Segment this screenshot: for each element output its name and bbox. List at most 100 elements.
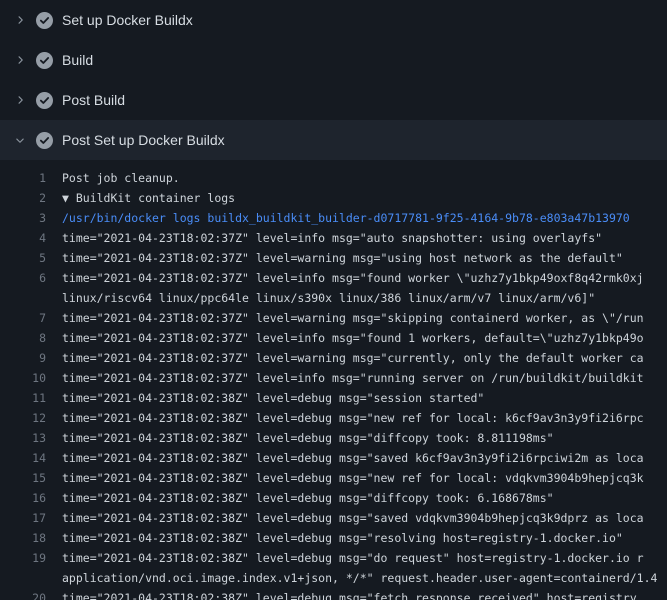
log-line: 20 time="2021-04-23T18:02:38Z" level=deb… [0, 588, 667, 600]
log-line: 15 time="2021-04-23T18:02:38Z" level=deb… [0, 468, 667, 488]
log-line-number[interactable]: 11 [0, 388, 46, 408]
log-line-continuation: linux/riscv64 linux/ppc64le linux/s390x … [62, 288, 667, 308]
log-line-number[interactable]: 7 [0, 308, 46, 328]
log-line: 14 time="2021-04-23T18:02:38Z" level=deb… [0, 448, 667, 468]
log-line: 12 time="2021-04-23T18:02:38Z" level=deb… [0, 408, 667, 428]
log-line-text-wrap: time="2021-04-23T18:02:38Z" level=debug … [62, 508, 667, 528]
step-label: Post Set up Docker Buildx [62, 120, 225, 160]
log-line: 1 Post job cleanup. [0, 168, 667, 188]
log-line: 11 time="2021-04-23T18:02:38Z" level=deb… [0, 388, 667, 408]
log-line-text-wrap: /usr/bin/docker logs buildx_buildkit_bui… [62, 208, 667, 228]
log-line-text: time="2021-04-23T18:02:38Z" level=debug … [62, 468, 667, 488]
check-circle-icon [36, 52, 53, 69]
log-line-number[interactable]: 4 [0, 228, 46, 248]
log-line-number[interactable]: 3 [0, 208, 46, 228]
log-line-text: Post job cleanup. [62, 168, 667, 188]
log-line-text: time="2021-04-23T18:02:38Z" level=debug … [62, 508, 667, 528]
log-line: 8 time="2021-04-23T18:02:37Z" level=info… [0, 328, 667, 348]
log-line-number[interactable]: 2 [0, 188, 46, 208]
log-line: 13 time="2021-04-23T18:02:38Z" level=deb… [0, 428, 667, 448]
log-line: 5 time="2021-04-23T18:02:37Z" level=warn… [0, 248, 667, 268]
log-line-text-wrap: time="2021-04-23T18:02:37Z" level=warnin… [62, 308, 667, 328]
log-line: 18 time="2021-04-23T18:02:38Z" level=deb… [0, 528, 667, 548]
log-line-number[interactable]: 6 [0, 268, 46, 308]
log-line-text: ▼ BuildKit container logs [62, 188, 667, 208]
log-line-text-wrap: time="2021-04-23T18:02:38Z" level=debug … [62, 428, 667, 448]
step-header[interactable]: Post Set up Docker Buildx [0, 120, 667, 160]
log-line-number[interactable]: 18 [0, 528, 46, 548]
log-line-number[interactable]: 1 [0, 168, 46, 188]
log-line: 7 time="2021-04-23T18:02:37Z" level=warn… [0, 308, 667, 328]
step-label: Build [62, 40, 93, 80]
log-line-text-wrap: time="2021-04-23T18:02:38Z" level=debug … [62, 548, 667, 588]
log-line: 16 time="2021-04-23T18:02:38Z" level=deb… [0, 488, 667, 508]
log-line-text: time="2021-04-23T18:02:37Z" level=info m… [62, 328, 667, 348]
log-line-text: time="2021-04-23T18:02:37Z" level=warnin… [62, 308, 667, 328]
log-line-text-wrap: time="2021-04-23T18:02:37Z" level=warnin… [62, 248, 667, 268]
log-line-number[interactable]: 5 [0, 248, 46, 268]
log-line-text: time="2021-04-23T18:02:38Z" level=debug … [62, 428, 667, 448]
chevron-right-icon [12, 52, 28, 68]
step-header[interactable]: Build [0, 40, 667, 80]
log-line-text-wrap: time="2021-04-23T18:02:38Z" level=debug … [62, 528, 667, 548]
chevron-right-icon [12, 92, 28, 108]
log-line-text-wrap: time="2021-04-23T18:02:38Z" level=debug … [62, 488, 667, 508]
log-line-text-wrap: time="2021-04-23T18:02:37Z" level=info m… [62, 328, 667, 348]
log-line-number[interactable]: 10 [0, 368, 46, 388]
check-circle-icon [36, 132, 53, 149]
log-line-number[interactable]: 15 [0, 468, 46, 488]
log-line-number[interactable]: 16 [0, 488, 46, 508]
log-line-text: time="2021-04-23T18:02:37Z" level=info m… [62, 268, 667, 288]
step-label: Post Build [62, 80, 125, 120]
log-line-number[interactable]: 19 [0, 548, 46, 588]
log-line-text-wrap: time="2021-04-23T18:02:37Z" level=info m… [62, 368, 667, 388]
log-line-text-wrap: time="2021-04-23T18:02:37Z" level=info m… [62, 268, 667, 308]
log-line-text-wrap: time="2021-04-23T18:02:37Z" level=warnin… [62, 348, 667, 368]
log-line-text: time="2021-04-23T18:02:38Z" level=debug … [62, 488, 667, 508]
log-line-text: time="2021-04-23T18:02:38Z" level=debug … [62, 548, 667, 568]
log-line-text: time="2021-04-23T18:02:38Z" level=debug … [62, 388, 667, 408]
log-line-number[interactable]: 13 [0, 428, 46, 448]
log-line: 2 ▼ BuildKit container logs [0, 188, 667, 208]
log-line-text-wrap: Post job cleanup. [62, 168, 667, 188]
log-line: 6 time="2021-04-23T18:02:37Z" level=info… [0, 268, 667, 308]
log-line-text: time="2021-04-23T18:02:37Z" level=warnin… [62, 348, 667, 368]
log-line-text: time="2021-04-23T18:02:37Z" level=info m… [62, 228, 667, 248]
check-circle-icon [36, 12, 53, 29]
log-line-number[interactable]: 14 [0, 448, 46, 468]
chevron-right-icon [12, 12, 28, 28]
log-line: 9 time="2021-04-23T18:02:37Z" level=warn… [0, 348, 667, 368]
log-line: 19 time="2021-04-23T18:02:38Z" level=deb… [0, 548, 667, 588]
log-line-text-wrap: ▼ BuildKit container logs [62, 188, 667, 208]
page: { "colors": { "background": "#151a21", "… [0, 0, 667, 600]
step-header[interactable]: Set up Docker Buildx [0, 0, 667, 40]
log-line-text-wrap: time="2021-04-23T18:02:37Z" level=info m… [62, 228, 667, 248]
log-line-text-wrap: time="2021-04-23T18:02:38Z" level=debug … [62, 448, 667, 468]
log-line-text: time="2021-04-23T18:02:37Z" level=info m… [62, 368, 667, 388]
log-line-text-wrap: time="2021-04-23T18:02:38Z" level=debug … [62, 468, 667, 488]
log-line-number[interactable]: 12 [0, 408, 46, 428]
log-area: 1 Post job cleanup. 2 ▼ BuildKit contain… [0, 160, 667, 600]
log-line-number[interactable]: 17 [0, 508, 46, 528]
chevron-right-icon [12, 132, 28, 148]
log-line: 4 time="2021-04-23T18:02:37Z" level=info… [0, 228, 667, 248]
log-line-text-wrap: time="2021-04-23T18:02:38Z" level=debug … [62, 388, 667, 408]
log-line-text: time="2021-04-23T18:02:38Z" level=debug … [62, 588, 667, 600]
log-line-number[interactable]: 20 [0, 588, 46, 600]
log-line: 10 time="2021-04-23T18:02:37Z" level=inf… [0, 368, 667, 388]
log-line-text: time="2021-04-23T18:02:38Z" level=debug … [62, 528, 667, 548]
step-label: Set up Docker Buildx [62, 0, 193, 40]
log-line-text: time="2021-04-23T18:02:37Z" level=warnin… [62, 248, 667, 268]
log-line-text: time="2021-04-23T18:02:38Z" level=debug … [62, 448, 667, 468]
log-line-text-wrap: time="2021-04-23T18:02:38Z" level=debug … [62, 408, 667, 428]
log-line: 17 time="2021-04-23T18:02:38Z" level=deb… [0, 508, 667, 528]
log-line-number[interactable]: 9 [0, 348, 46, 368]
log-line-text: time="2021-04-23T18:02:38Z" level=debug … [62, 408, 667, 428]
log-line-number[interactable]: 8 [0, 328, 46, 348]
log-line-continuation: application/vnd.oci.image.index.v1+json,… [62, 568, 667, 588]
log-line: 3 /usr/bin/docker logs buildx_buildkit_b… [0, 208, 667, 228]
log-line-text-wrap: time="2021-04-23T18:02:38Z" level=debug … [62, 588, 667, 600]
log-line-text: /usr/bin/docker logs buildx_buildkit_bui… [62, 208, 667, 228]
check-circle-icon [36, 92, 53, 109]
step-header[interactable]: Post Build [0, 80, 667, 120]
